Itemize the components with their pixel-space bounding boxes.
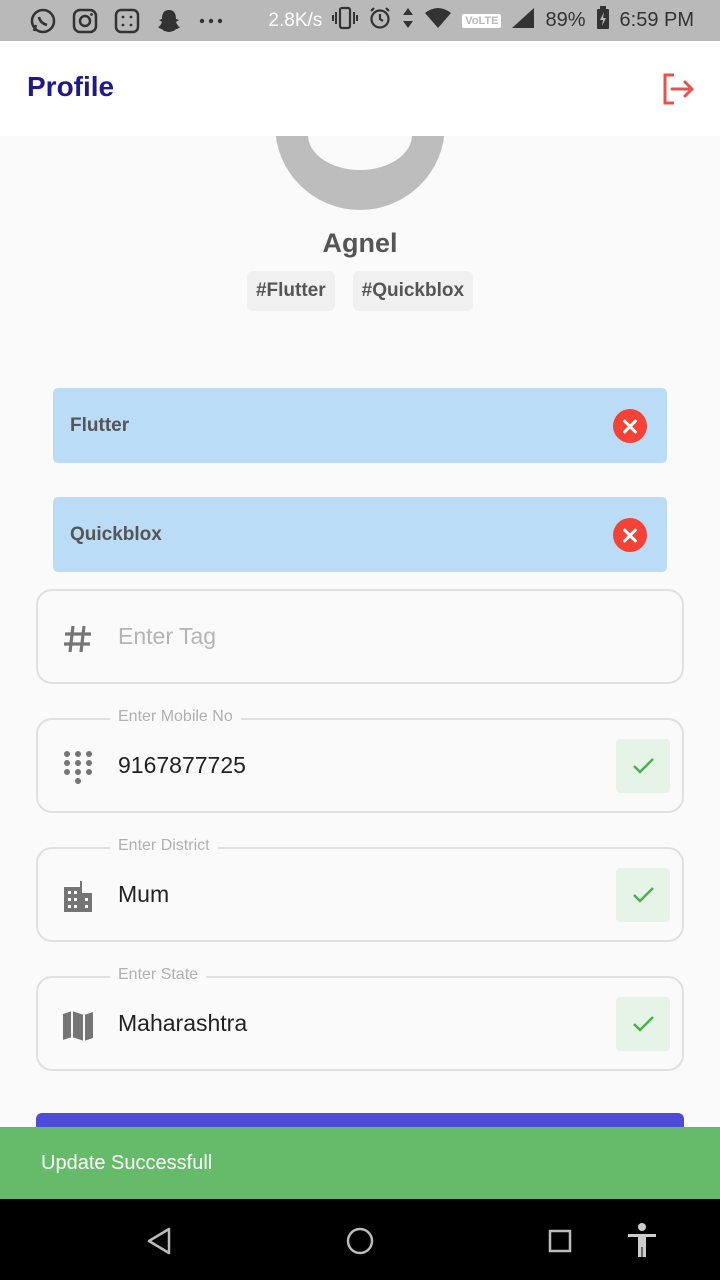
tag-card-quickblox: Quickblox [53,497,667,572]
data-arrows-icon [402,7,414,35]
tag-label: Quickblox [70,524,162,545]
check-icon[interactable] [616,868,670,922]
tag-label: Flutter [70,415,130,436]
remove-tag-icon[interactable] [613,518,647,552]
wifi-icon [424,7,452,35]
accessibility-icon[interactable] [622,1221,662,1261]
check-icon[interactable] [616,997,670,1051]
recents-icon[interactable] [540,1221,580,1261]
district-value: Mum [118,881,170,907]
district-field[interactable]: Enter District Mum [36,837,684,942]
tag-card-flutter: Flutter [53,388,667,463]
alarm-icon [368,6,392,36]
whatsapp-icon [28,6,58,36]
navigation-bar [0,1199,720,1280]
battery-percent: 89% [545,9,586,31]
state-value: Maharashtra [118,1010,248,1036]
network-speed: 2.8K/s [268,9,323,31]
vibrate-icon [332,6,359,36]
system-status: 2.8K/s VoLTE 89% 6:59 PM [268,0,694,41]
back-icon[interactable] [140,1221,180,1261]
hashtag-chips: #Flutter #Quickblox [0,271,720,311]
dialpad-icon [60,750,96,786]
logout-icon [663,73,694,105]
more-dots-icon [196,6,226,36]
mobile-value: 9167877725 [118,752,246,778]
remove-tag-icon[interactable] [613,409,647,443]
map-icon [60,1008,96,1044]
tag-input[interactable]: Enter Tag [36,589,684,684]
state-field[interactable]: Enter State Maharashtra [36,966,684,1071]
building-icon [60,879,96,915]
profile-name: Agnel [322,228,398,258]
instagram-icon [70,6,100,36]
app-bar: Profile [0,41,720,136]
snapchat-icon [154,6,184,36]
signal-icon [511,7,535,35]
home-icon[interactable] [340,1221,380,1261]
mobile-field[interactable]: Enter Mobile No 9167877725 [36,708,684,813]
check-icon[interactable] [616,739,670,793]
clock: 6:59 PM [619,9,694,31]
snackbar: Update Successfull [0,1127,720,1199]
notification-icons [28,6,226,36]
snackbar-message: Update Successfull [41,1152,213,1174]
tag-input-placeholder: Enter Tag [118,623,217,649]
volte-badge: VoLTE [462,13,502,28]
hashtag-icon [60,621,96,657]
calculator-icon [112,6,142,36]
page-title: Profile [27,71,115,102]
status-bar: 2.8K/s VoLTE 89% 6:59 PM [0,0,720,41]
hashtag-chip[interactable]: #Flutter [246,271,335,311]
battery-icon [596,5,610,36]
hashtag-chip[interactable]: #Quickblox [352,271,474,311]
logout-button[interactable] [658,69,698,109]
